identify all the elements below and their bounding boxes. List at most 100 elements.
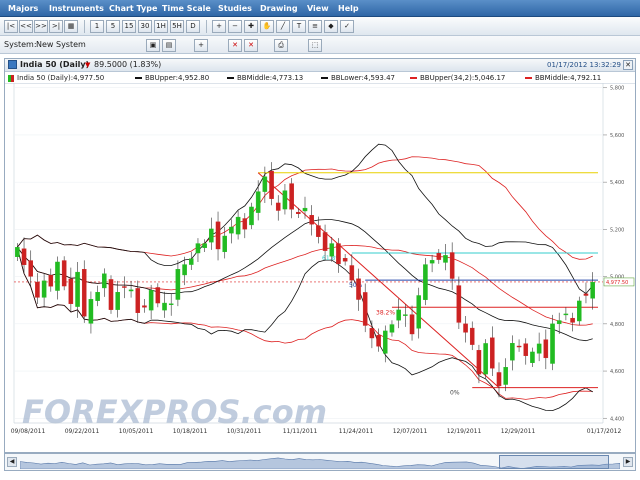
system-row: System: New System ▣ ▤ + ✕ ✕ ⎙ ⬚: [0, 36, 640, 54]
chart-navigator[interactable]: ◀ ▶: [4, 453, 636, 471]
color-icon[interactable]: ◆: [324, 20, 338, 33]
candle-body: [55, 261, 60, 291]
nav-start-icon[interactable]: |<: [4, 20, 18, 33]
candle-body: [476, 350, 482, 375]
candle-body: [563, 313, 569, 316]
candle-body: [269, 170, 274, 199]
timeframe-1h[interactable]: 1H: [154, 20, 168, 33]
nav-forward-icon[interactable]: >>: [34, 20, 48, 33]
candle-body: [423, 264, 428, 300]
chart-timestamp: 01/17/2012 13:32:29: [546, 61, 621, 69]
x-tick-label: 09/22/2011: [65, 428, 100, 435]
menu-time-scale[interactable]: Time Scale: [158, 0, 215, 17]
nav-back-icon[interactable]: <<: [19, 20, 33, 33]
fibonacci-icon[interactable]: ≡: [308, 20, 322, 33]
candle-body: [235, 216, 241, 235]
candle-body: [429, 260, 435, 264]
candle-body: [503, 367, 508, 385]
candle-body: [135, 288, 141, 313]
menu-instruments[interactable]: Instruments: [45, 0, 108, 17]
check-icon[interactable]: ✓: [340, 20, 354, 33]
candle-body: [577, 300, 582, 322]
timeframe-5[interactable]: 5: [106, 20, 120, 33]
nav-end-icon[interactable]: >|: [49, 20, 63, 33]
candle-body: [329, 243, 335, 257]
candle-body: [376, 334, 381, 347]
trendline-icon[interactable]: ╱: [276, 20, 290, 33]
candle-body: [282, 190, 288, 210]
candle-body: [28, 260, 33, 277]
candle-body: [249, 206, 254, 226]
timeframe-1[interactable]: 1: [90, 20, 104, 33]
candle-body: [102, 273, 107, 289]
text-icon[interactable]: T: [292, 20, 306, 33]
candle-body: [389, 324, 395, 333]
close-icon[interactable]: ✕: [623, 60, 633, 70]
y-tick-label: 4,800: [610, 322, 624, 328]
scroll-right-icon[interactable]: ▶: [623, 457, 633, 467]
price-chart[interactable]: FOREXPROS.com 61.8%50%38.2%0% 4,4004,600…: [4, 83, 640, 453]
candle-body: [436, 253, 442, 260]
candle-body: [15, 247, 20, 257]
candle-body: [222, 235, 227, 253]
crosshair-icon[interactable]: ✚: [244, 20, 258, 33]
candle-body: [215, 221, 221, 250]
navigator-window[interactable]: [499, 455, 609, 469]
candle-body: [322, 232, 328, 251]
candle-body: [583, 293, 589, 296]
candle-body: [115, 291, 120, 310]
candle-body: [469, 327, 475, 345]
scroll-left-icon[interactable]: ◀: [7, 457, 17, 467]
open-icon[interactable]: ▤: [162, 39, 176, 52]
menu-studies[interactable]: Studies: [214, 0, 256, 17]
candle-body: [128, 289, 134, 292]
y-tick-label: 5,400: [610, 180, 624, 186]
candle-body: [229, 226, 234, 234]
chart-header: India 50 (Daily) ▼ 89.5000 (1.83%) 01/17…: [5, 59, 635, 72]
timeframe-30[interactable]: 30: [138, 20, 152, 33]
candle-body: [168, 303, 174, 305]
add-indicator-icon[interactable]: +: [194, 39, 208, 52]
candle-body: [209, 228, 214, 243]
candle-body: [362, 292, 368, 326]
candle-body: [556, 320, 562, 325]
timeframe-5h[interactable]: 5H: [170, 20, 184, 33]
x-tick-label: 10/18/2011: [173, 428, 208, 435]
candle-body: [255, 191, 261, 213]
menu-majors[interactable]: Majors: [4, 0, 42, 17]
menu-chart-type[interactable]: Chart Type: [105, 0, 161, 17]
candle-body: [88, 299, 94, 324]
timeframe-d[interactable]: D: [186, 20, 200, 33]
instrument-icon: [8, 60, 17, 69]
save-icon[interactable]: ▣: [146, 39, 160, 52]
system-value[interactable]: New System: [36, 36, 86, 53]
zoom-in-icon[interactable]: +: [212, 20, 226, 33]
candle-body: [536, 343, 542, 354]
candle-body: [242, 218, 248, 230]
timeframe-15[interactable]: 15: [122, 20, 136, 33]
export-icon[interactable]: ⬚: [308, 39, 322, 52]
menu-view[interactable]: View: [303, 0, 333, 17]
zoom-out-icon[interactable]: −: [228, 20, 242, 33]
current-price-label: 4,977.50: [606, 280, 628, 286]
candle-body: [449, 252, 455, 279]
delete-all-icon[interactable]: ✕: [244, 39, 258, 52]
delete-icon[interactable]: ✕: [228, 39, 242, 52]
toolbar: |< << >> >| ▦ 1 5 15 30 1H 5H D + − ✚ ✋ …: [0, 17, 640, 36]
pan-icon[interactable]: ✋: [260, 20, 274, 33]
print-icon[interactable]: ⎙: [274, 39, 288, 52]
candle-body: [550, 323, 555, 364]
y-tick-label: 5,800: [610, 86, 624, 92]
candle-body: [48, 274, 54, 287]
candle-body: [189, 258, 194, 265]
candle-body: [175, 269, 181, 300]
menu-help[interactable]: Help: [334, 0, 363, 17]
x-tick-label: 10/31/2011: [227, 428, 262, 435]
candle-body: [122, 286, 127, 288]
candle-body: [383, 330, 388, 354]
menu-drawing[interactable]: Drawing: [256, 0, 302, 17]
chart-icon[interactable]: ▦: [64, 20, 78, 33]
bb-lower-line: [16, 247, 593, 412]
watermark: FOREXPROS.com: [22, 393, 327, 431]
candle-body: [530, 351, 535, 363]
